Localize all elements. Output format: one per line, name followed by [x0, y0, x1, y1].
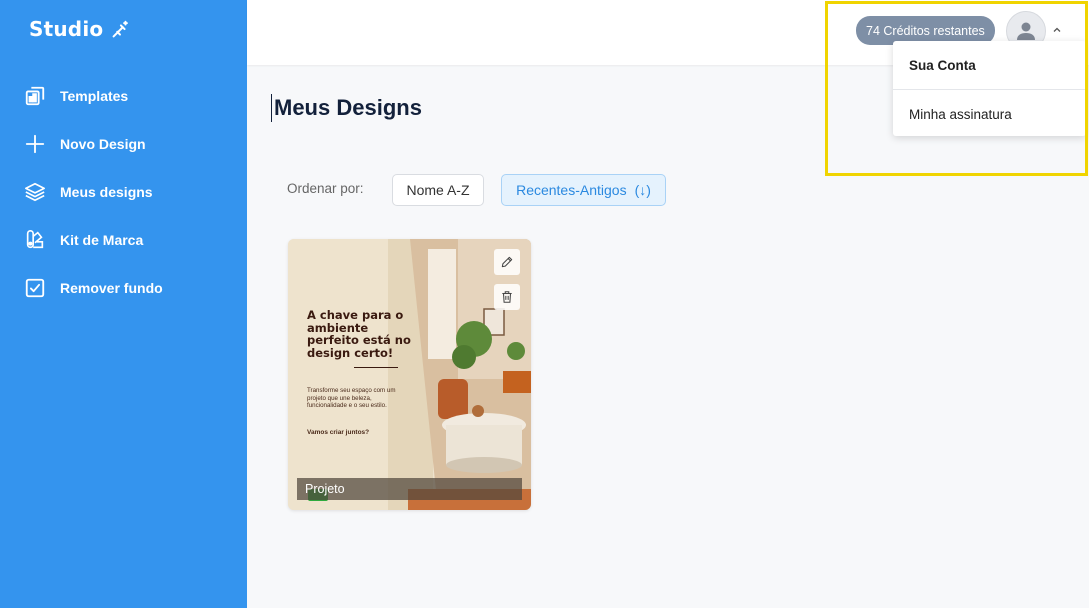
sort-recent-label: Recentes-Antigos [516, 182, 627, 198]
card-cta: Vamos criar juntos? [307, 429, 370, 436]
card-rule [354, 367, 398, 368]
trash-icon [502, 291, 512, 303]
sidebar-item-label: Novo Design [60, 136, 146, 152]
card-body-text: Transforme seu espaço com um projeto que… [307, 387, 396, 409]
menu-item-sua-conta[interactable]: Sua Conta [893, 41, 1086, 89]
account-dropdown: Sua Conta Minha assinatura [893, 41, 1086, 136]
menu-item-minha-assinatura[interactable]: Minha assinatura [893, 90, 1086, 138]
sidebar-item-kit-de-marca[interactable]: Kit de Marca [0, 216, 247, 264]
card-headline: A chave para o ambiente perfeito está no… [307, 308, 411, 360]
plus-icon [24, 133, 46, 155]
card-caption: Projeto [297, 478, 522, 500]
sort-recent-button[interactable]: Recentes-Antigos (↓) [501, 174, 666, 206]
sidebar-item-remover-fundo[interactable]: Remover fundo [0, 264, 247, 312]
templates-icon [24, 85, 46, 107]
sidebar-item-label: Meus designs [60, 184, 153, 200]
page-title: Meus Designs [271, 94, 422, 122]
sidebar: Studio Templates Novo Design Meus design… [0, 0, 247, 608]
checkbox-icon [24, 277, 46, 299]
magic-wand-icon [112, 20, 129, 38]
sidebar-item-novo-design[interactable]: Novo Design [0, 120, 247, 168]
delete-button[interactable] [494, 284, 520, 310]
palette-icon [24, 229, 46, 251]
pencil-icon [501, 256, 513, 268]
sort-name-button[interactable]: Nome A-Z [392, 174, 484, 206]
sidebar-item-templates[interactable]: Templates [0, 72, 247, 120]
sidebar-nav: Templates Novo Design Meus designs Kit d… [0, 72, 247, 312]
user-icon [1017, 22, 1035, 40]
brand-name: Studio [29, 16, 104, 41]
design-card[interactable]: A chave para o ambiente perfeito está no… [288, 239, 531, 510]
sidebar-item-label: Remover fundo [60, 280, 163, 296]
brand-logo[interactable]: Studio [29, 16, 131, 41]
sort-name-label: Nome A-Z [406, 182, 470, 198]
sidebar-item-label: Kit de Marca [60, 232, 144, 248]
sort-label: Ordenar por: [287, 181, 364, 196]
design-thumbnail [288, 239, 531, 510]
chevron-up-icon[interactable] [1051, 24, 1063, 36]
sidebar-item-label: Templates [60, 88, 129, 104]
sidebar-item-meus-designs[interactable]: Meus designs [0, 168, 247, 216]
edit-button[interactable] [494, 249, 520, 275]
layers-icon [24, 181, 46, 203]
sort-arrow: (↓) [634, 182, 651, 198]
